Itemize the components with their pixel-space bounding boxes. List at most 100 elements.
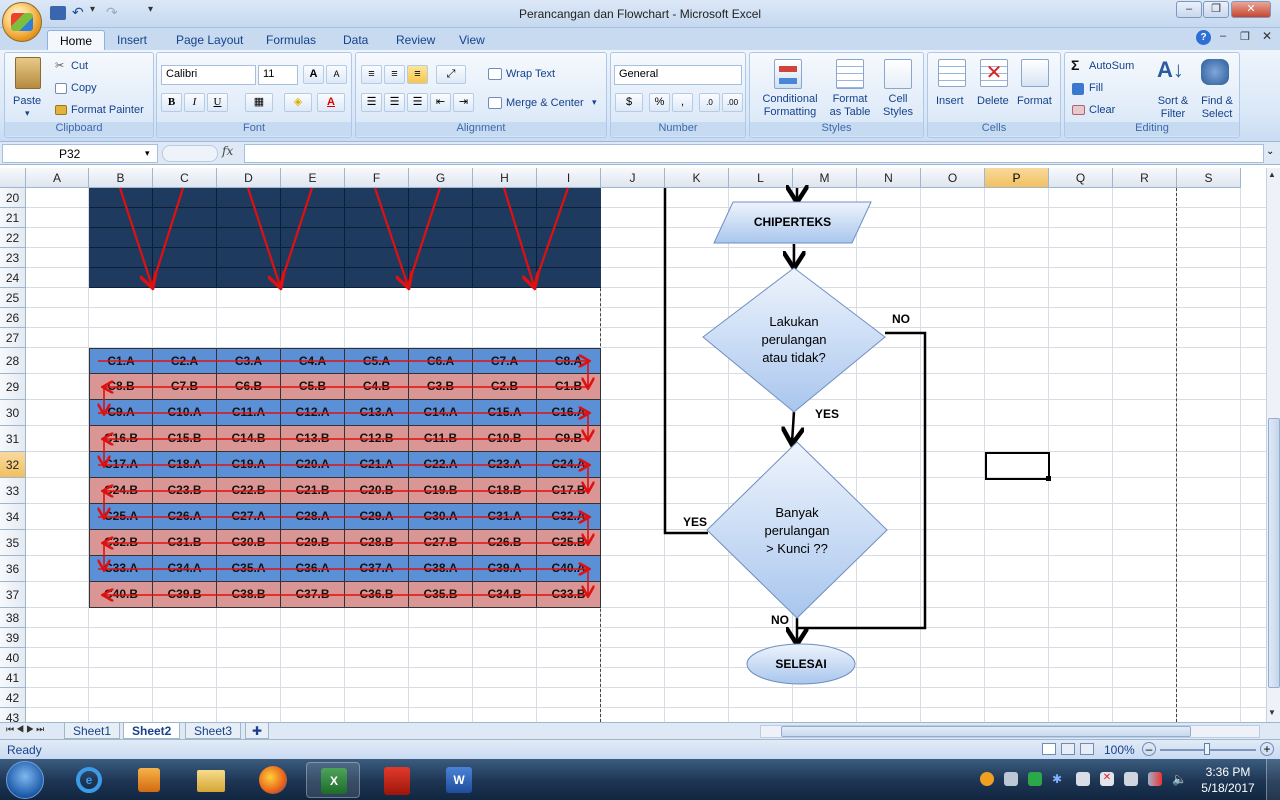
tab-data[interactable]: Data: [331, 30, 380, 50]
insert-sheet-icon[interactable]: ✚: [245, 723, 270, 739]
paste-dropdown-icon[interactable]: ▾: [25, 108, 30, 119]
font-family-select[interactable]: Calibri: [161, 65, 256, 85]
bold-button[interactable]: B: [161, 93, 182, 112]
zoom-level[interactable]: 100%: [1104, 743, 1135, 757]
align-center-button[interactable]: ☰: [384, 93, 405, 112]
clear-button[interactable]: Clear: [1089, 104, 1115, 116]
selected-cell-outline[interactable]: [985, 452, 1050, 480]
align-bottom-button[interactable]: ≡: [407, 65, 428, 84]
restore-button[interactable]: ❐: [1203, 1, 1229, 18]
show-desktop-button[interactable]: [1266, 759, 1280, 800]
formula-expand-icon[interactable]: ⌄: [1266, 146, 1274, 157]
tab-page-layout[interactable]: Page Layout: [164, 30, 255, 50]
ribbon-minimize-icon[interactable]: –: [1220, 30, 1226, 42]
currency-button[interactable]: $: [615, 93, 643, 112]
find-select-button[interactable]: Find & Select: [1195, 95, 1239, 121]
start-button[interactable]: [6, 761, 44, 799]
shrink-font-button[interactable]: A: [326, 65, 347, 84]
conditional-formatting-button[interactable]: Conditional Formatting: [756, 93, 824, 119]
page-break-view-icon[interactable]: [1080, 743, 1094, 755]
align-left-button[interactable]: ☰: [361, 93, 382, 112]
tab-review[interactable]: Review: [384, 30, 447, 50]
tray-app-icon[interactable]: [980, 772, 994, 786]
percent-button[interactable]: %: [649, 93, 670, 112]
format-as-table-button[interactable]: Format as Table: [826, 93, 874, 119]
tray-sync-icon[interactable]: [1028, 772, 1042, 786]
tray-hardware-icon[interactable]: [1004, 772, 1018, 786]
acrobat-icon[interactable]: [370, 762, 424, 798]
zoom-in-icon[interactable]: +: [1260, 742, 1274, 756]
delete-cells-button[interactable]: Delete: [977, 95, 1009, 107]
name-box[interactable]: P32: [2, 144, 158, 163]
align-top-button[interactable]: ≡: [361, 65, 382, 84]
page-layout-view-icon[interactable]: [1061, 743, 1075, 755]
decrease-indent-button[interactable]: ⇤: [430, 93, 451, 112]
office-button[interactable]: [2, 2, 42, 42]
tab-view[interactable]: View: [447, 30, 497, 50]
font-color-button[interactable]: A: [317, 93, 345, 112]
bluetooth-icon[interactable]: ✱: [1052, 772, 1066, 786]
media-player-icon[interactable]: [122, 762, 176, 798]
word-taskbar-icon[interactable]: W: [432, 762, 486, 798]
sheet-nav-icons[interactable]: ⏮◀▶⏭: [6, 724, 46, 735]
format-cells-button[interactable]: Format: [1017, 95, 1052, 107]
normal-view-icon[interactable]: [1042, 743, 1056, 755]
autosum-button[interactable]: AutoSum: [1089, 60, 1134, 72]
tab-formulas[interactable]: Formulas: [254, 30, 328, 50]
insert-function-icon[interactable]: fx: [222, 144, 233, 158]
vertical-scroll-thumb[interactable]: [1268, 418, 1280, 688]
excel-taskbar-icon[interactable]: X: [306, 762, 360, 798]
scroll-up-icon[interactable]: ▲: [1268, 170, 1276, 179]
formula-input[interactable]: [244, 144, 1264, 163]
volume-icon[interactable]: 🔈: [1172, 772, 1187, 786]
insert-cells-button[interactable]: Insert: [936, 95, 964, 107]
orientation-button[interactable]: ⤢: [436, 65, 466, 84]
explorer-icon[interactable]: [184, 762, 238, 798]
worksheet-grid[interactable]: ABCDEFGHIJKLMNOPQRS 20 21 22 23 24 25 26 27 28 29…: [0, 168, 1266, 722]
name-box-dropdown-icon[interactable]: ▾: [145, 148, 150, 159]
cut-button[interactable]: Cut: [71, 60, 88, 72]
close-button[interactable]: ✕: [1231, 1, 1271, 18]
horizontal-scroll-thumb[interactable]: [781, 726, 1191, 737]
fill-button[interactable]: Fill: [1089, 82, 1103, 94]
merge-dropdown-icon[interactable]: ▾: [592, 97, 597, 108]
italic-button[interactable]: I: [184, 93, 205, 112]
font-size-select[interactable]: 11: [258, 65, 298, 85]
underline-button[interactable]: U: [207, 93, 228, 112]
action-center-icon[interactable]: ✕: [1100, 772, 1114, 786]
paste-button[interactable]: Paste: [13, 95, 41, 107]
decrease-decimal-button[interactable]: .00: [722, 93, 743, 112]
increase-decimal-button[interactable]: .0: [699, 93, 720, 112]
zoom-slider-thumb[interactable]: [1204, 743, 1210, 755]
tray-device-icon[interactable]: [1124, 772, 1138, 786]
comma-button[interactable]: ,: [672, 93, 693, 112]
align-middle-button[interactable]: ≡: [384, 65, 405, 84]
cell-styles-button[interactable]: Cell Styles: [878, 93, 918, 119]
clock-time[interactable]: 3:36 PM: [1200, 765, 1256, 779]
merge-center-button[interactable]: Merge & Center: [506, 97, 584, 109]
zoom-out-icon[interactable]: –: [1142, 742, 1156, 756]
format-painter-button[interactable]: Format Painter: [71, 104, 144, 116]
align-right-button[interactable]: ☰: [407, 93, 428, 112]
horizontal-scrollbar[interactable]: [760, 725, 1260, 738]
tab-home[interactable]: Home: [47, 30, 106, 50]
borders-button[interactable]: ▦: [245, 93, 273, 112]
clock-date[interactable]: 5/18/2017: [1196, 781, 1260, 795]
grow-font-button[interactable]: A: [303, 65, 324, 84]
scroll-down-icon[interactable]: ▼: [1268, 708, 1276, 717]
sheet-tab-sheet2[interactable]: Sheet2: [123, 723, 181, 739]
minimize-button[interactable]: –: [1176, 1, 1202, 18]
vertical-scrollbar[interactable]: ▲ ▼: [1266, 168, 1280, 722]
wrap-text-button[interactable]: Wrap Text: [506, 68, 555, 80]
network-icon[interactable]: [1148, 772, 1162, 786]
increase-indent-button[interactable]: ⇥: [453, 93, 474, 112]
help-icon[interactable]: ?: [1196, 30, 1211, 45]
copy-button[interactable]: Copy: [71, 82, 97, 94]
firefox-icon[interactable]: [246, 762, 300, 798]
workbook-close-icon[interactable]: ✕: [1262, 29, 1272, 43]
fill-color-button[interactable]: ◈: [284, 93, 312, 112]
fill-handle[interactable]: [1046, 476, 1051, 481]
number-format-select[interactable]: General: [614, 65, 742, 85]
sort-filter-button[interactable]: Sort & Filter: [1153, 95, 1193, 121]
internet-explorer-icon[interactable]: e: [62, 762, 116, 798]
